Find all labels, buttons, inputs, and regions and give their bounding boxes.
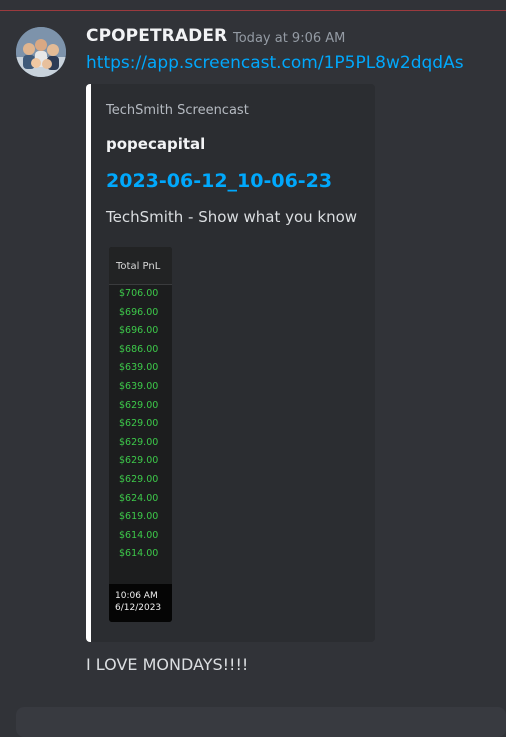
avatar[interactable]	[16, 27, 66, 77]
taskbar-clock-date: 6/12/2023	[115, 603, 162, 613]
link-embed: TechSmith Screencast popecapital 2023-06…	[86, 84, 375, 642]
embed-provider[interactable]: TechSmith Screencast	[106, 103, 249, 118]
pnl-row: $629.00	[119, 418, 159, 430]
pnl-row: $706.00	[119, 288, 159, 299]
taskbar-clock: 10:06 AM 6/12/2023	[109, 584, 172, 622]
pnl-row: $614.00	[119, 548, 159, 560]
pnl-row: $614.00	[119, 529, 159, 541]
pnl-row: $639.00	[119, 380, 159, 392]
pnl-rows: $706.00 $696.00 $696.00 $686.00 $639.00 …	[109, 285, 172, 564]
pnl-row: $696.00	[119, 325, 159, 337]
message-text: I LOVE MONDAYS!!!!	[86, 655, 249, 674]
pnl-row: $619.00	[119, 511, 159, 523]
taskbar-clock-time: 10:06 AM	[115, 591, 158, 601]
pnl-row: $629.00	[119, 399, 159, 411]
pnl-panel: Total PnL $706.00 $696.00 $696.00 $686.0…	[109, 247, 172, 584]
avatar-photo-icon	[16, 27, 66, 77]
pnl-column-header: Total PnL	[109, 247, 172, 285]
message-link[interactable]: https://app.screencast.com/1P5PL8w2dqdAs	[86, 53, 464, 73]
message-timestamp: Today at 9:06 AM	[233, 31, 346, 46]
pnl-row: $639.00	[119, 362, 159, 374]
pnl-row: $624.00	[119, 492, 159, 504]
embed-title-link[interactable]: 2023-06-12_10-06-23	[106, 170, 332, 192]
pnl-row: $629.00	[119, 473, 159, 485]
pnl-row: $629.00	[119, 455, 159, 467]
pnl-row: $629.00	[119, 436, 159, 448]
pnl-row: $696.00	[119, 306, 159, 318]
embed-author[interactable]: popecapital	[106, 135, 205, 153]
username[interactable]: CPOPETRADER	[86, 26, 227, 46]
embed-thumbnail[interactable]: Total PnL $706.00 $696.00 $696.00 $686.0…	[109, 247, 172, 622]
embed-description: TechSmith - Show what you know	[106, 208, 358, 226]
message-composer[interactable]	[16, 707, 506, 737]
pnl-row: $686.00	[119, 343, 159, 355]
new-messages-divider	[0, 10, 506, 11]
